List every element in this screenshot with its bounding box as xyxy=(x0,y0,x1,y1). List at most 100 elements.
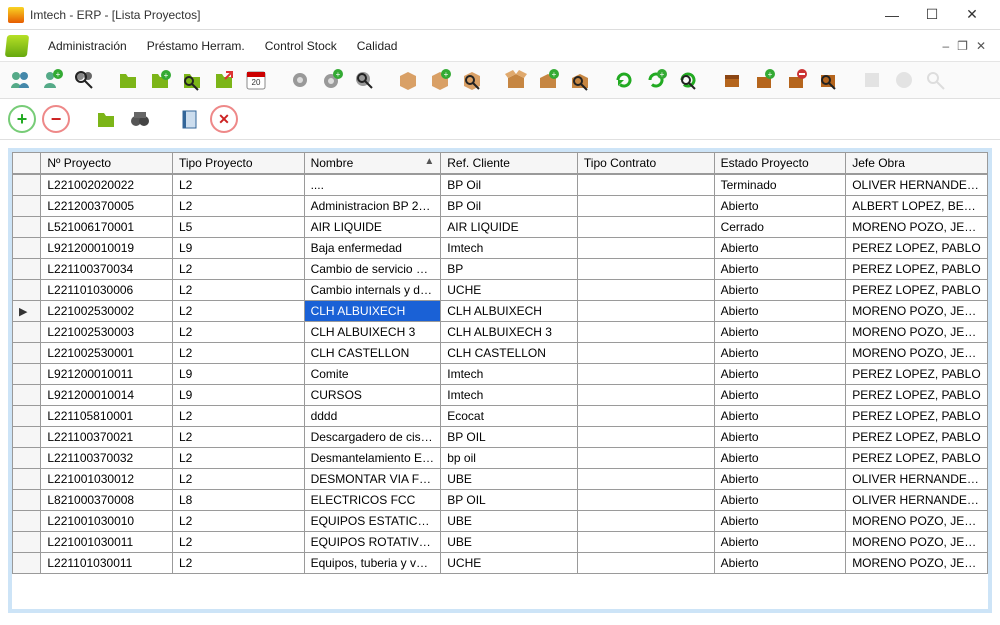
cell-estado[interactable]: Abierto xyxy=(714,343,846,364)
cell-nombre[interactable]: Equipos, tuberia y vapo... xyxy=(304,553,441,574)
col-tipo-contrato[interactable]: Tipo Contrato xyxy=(577,153,714,174)
cell-jefe[interactable]: MORENO POZO, JESUS xyxy=(846,343,988,364)
search-package-icon[interactable] xyxy=(814,66,842,94)
add-gear-icon[interactable]: + xyxy=(318,66,346,94)
cell-num[interactable]: L221100370034 xyxy=(41,259,173,280)
cell-jefe[interactable]: PEREZ LOPEZ, PABLO xyxy=(846,406,988,427)
cell-ref[interactable]: UCHE xyxy=(441,553,578,574)
cell-contrato[interactable] xyxy=(577,469,714,490)
cell-tipo[interactable]: L8 xyxy=(172,490,304,511)
cell-ref[interactable]: BP xyxy=(441,259,578,280)
cell-nombre[interactable]: Administracion BP 2012 xyxy=(304,196,441,217)
cell-ref[interactable]: Ecocat xyxy=(441,406,578,427)
cell-nombre[interactable]: Cambio de servicio gas... xyxy=(304,259,441,280)
cell-ref[interactable]: BP Oil xyxy=(441,175,578,196)
cell-ref[interactable]: Imtech xyxy=(441,238,578,259)
cell-estado[interactable]: Abierto xyxy=(714,406,846,427)
box1-icon[interactable] xyxy=(394,66,422,94)
cell-ref[interactable]: Imtech xyxy=(441,385,578,406)
cell-contrato[interactable] xyxy=(577,490,714,511)
col-ref-cliente[interactable]: Ref. Cliente xyxy=(441,153,578,174)
cancel-button[interactable]: ✕ xyxy=(210,105,238,133)
cell-tipo[interactable]: L5 xyxy=(172,217,304,238)
menu-control-stock[interactable]: Control Stock xyxy=(255,33,347,59)
cell-jefe[interactable]: PEREZ LOPEZ, PABLO xyxy=(846,385,988,406)
add-folder-icon[interactable]: + xyxy=(146,66,174,94)
search-openbox-icon[interactable] xyxy=(566,66,594,94)
cell-ref[interactable]: BP OIL xyxy=(441,490,578,511)
cell-nombre[interactable]: EQUIPOS ESTATICOS... xyxy=(304,511,441,532)
add-refresh-icon[interactable]: + xyxy=(642,66,670,94)
cell-contrato[interactable] xyxy=(577,448,714,469)
cell-estado[interactable]: Abierto xyxy=(714,196,846,217)
search-folder-icon[interactable] xyxy=(178,66,206,94)
cell-tipo[interactable]: L2 xyxy=(172,406,304,427)
cell-estado[interactable]: Abierto xyxy=(714,280,846,301)
menu-prestamo-herram[interactable]: Préstamo Herram. xyxy=(137,33,255,59)
cell-contrato[interactable] xyxy=(577,196,714,217)
cell-estado[interactable]: Abierto xyxy=(714,427,846,448)
cell-contrato[interactable] xyxy=(577,553,714,574)
cell-num[interactable]: L821000370008 xyxy=(41,490,173,511)
cell-num[interactable]: L221002530003 xyxy=(41,322,173,343)
table-row[interactable]: L221101030011L2Equipos, tuberia y vapo..… xyxy=(13,553,988,574)
cell-ref[interactable]: BP Oil xyxy=(441,196,578,217)
window-close-button[interactable]: ✕ xyxy=(952,3,992,27)
col-estado-proyecto[interactable]: Estado Proyecto xyxy=(714,153,846,174)
cell-nombre[interactable]: CURSOS xyxy=(304,385,441,406)
cell-tipo[interactable]: L2 xyxy=(172,343,304,364)
col-jefe-obra[interactable]: Jefe Obra xyxy=(846,153,988,174)
cell-ref[interactable]: Imtech xyxy=(441,364,578,385)
cell-estado[interactable]: Abierto xyxy=(714,301,846,322)
table-row[interactable]: L221002530003L2CLH ALBUIXECH 3CLH ALBUIX… xyxy=(13,322,988,343)
cell-nombre[interactable]: DESMONTAR VIA FER... xyxy=(304,469,441,490)
cell-nombre[interactable]: Desmantelamiento E-21... xyxy=(304,448,441,469)
cell-nombre[interactable]: CLH ALBUIXECH xyxy=(304,301,441,322)
cell-num[interactable]: L221105810001 xyxy=(41,406,173,427)
add-openbox-icon[interactable]: + xyxy=(534,66,562,94)
table-row[interactable]: L221002530001L2CLH CASTELLONCLH CASTELLO… xyxy=(13,343,988,364)
table-row[interactable]: L221100370032L2Desmantelamiento E-21...b… xyxy=(13,448,988,469)
cell-jefe[interactable]: PEREZ LOPEZ, PABLO xyxy=(846,238,988,259)
mdi-restore-button[interactable]: ❐ xyxy=(957,39,968,53)
table-row[interactable]: L221101030006L2Cambio internals y distri… xyxy=(13,280,988,301)
cell-contrato[interactable] xyxy=(577,385,714,406)
cell-contrato[interactable] xyxy=(577,511,714,532)
table-row[interactable]: L221001030010L2EQUIPOS ESTATICOS...UBEAb… xyxy=(13,511,988,532)
cell-jefe[interactable]: PEREZ LOPEZ, PABLO xyxy=(846,280,988,301)
cell-ref[interactable]: UCHE xyxy=(441,280,578,301)
cell-contrato[interactable] xyxy=(577,301,714,322)
table-row[interactable]: L221001030011L2EQUIPOS ROTATIVOS...UBEAb… xyxy=(13,532,988,553)
cell-contrato[interactable] xyxy=(577,343,714,364)
cell-estado[interactable]: Abierto xyxy=(714,511,846,532)
col-tipo-proyecto[interactable]: Tipo Proyecto xyxy=(172,153,304,174)
cell-jefe[interactable]: PEREZ LOPEZ, PABLO xyxy=(846,427,988,448)
cell-contrato[interactable] xyxy=(577,427,714,448)
cell-estado[interactable]: Abierto xyxy=(714,364,846,385)
cell-tipo[interactable]: L2 xyxy=(172,448,304,469)
cell-num[interactable]: L221001030010 xyxy=(41,511,173,532)
cell-tipo[interactable]: L2 xyxy=(172,469,304,490)
cell-num[interactable]: L221001030011 xyxy=(41,532,173,553)
cell-nombre[interactable]: Descargadero de cister... xyxy=(304,427,441,448)
cell-num[interactable]: L221002530001 xyxy=(41,343,173,364)
binoculars-button[interactable] xyxy=(126,105,154,133)
cell-jefe[interactable]: MORENO POZO, JESUS xyxy=(846,511,988,532)
cell-ref[interactable]: UBE xyxy=(441,511,578,532)
table-row[interactable]: L221100370034L2Cambio de servicio gas...… xyxy=(13,259,988,280)
cell-jefe[interactable]: ALBERT LOPEZ, BEG... xyxy=(846,196,988,217)
cell-tipo[interactable]: L2 xyxy=(172,532,304,553)
cell-num[interactable]: L921200010011 xyxy=(41,364,173,385)
cell-tipo[interactable]: L2 xyxy=(172,259,304,280)
cell-nombre[interactable]: EQUIPOS ROTATIVOS... xyxy=(304,532,441,553)
cell-estado[interactable]: Abierto xyxy=(714,322,846,343)
cell-contrato[interactable] xyxy=(577,322,714,343)
cell-estado[interactable]: Abierto xyxy=(714,469,846,490)
mdi-close-button[interactable]: ✕ xyxy=(976,39,986,53)
cell-ref[interactable]: AIR LIQUIDE xyxy=(441,217,578,238)
table-row[interactable]: L921200010014L9CURSOSImtechAbiertoPEREZ … xyxy=(13,385,988,406)
cell-nombre[interactable]: ELECTRICOS FCC xyxy=(304,490,441,511)
cell-tipo[interactable]: L2 xyxy=(172,280,304,301)
add-user-icon[interactable]: + xyxy=(38,66,66,94)
cell-num[interactable]: L921200010019 xyxy=(41,238,173,259)
